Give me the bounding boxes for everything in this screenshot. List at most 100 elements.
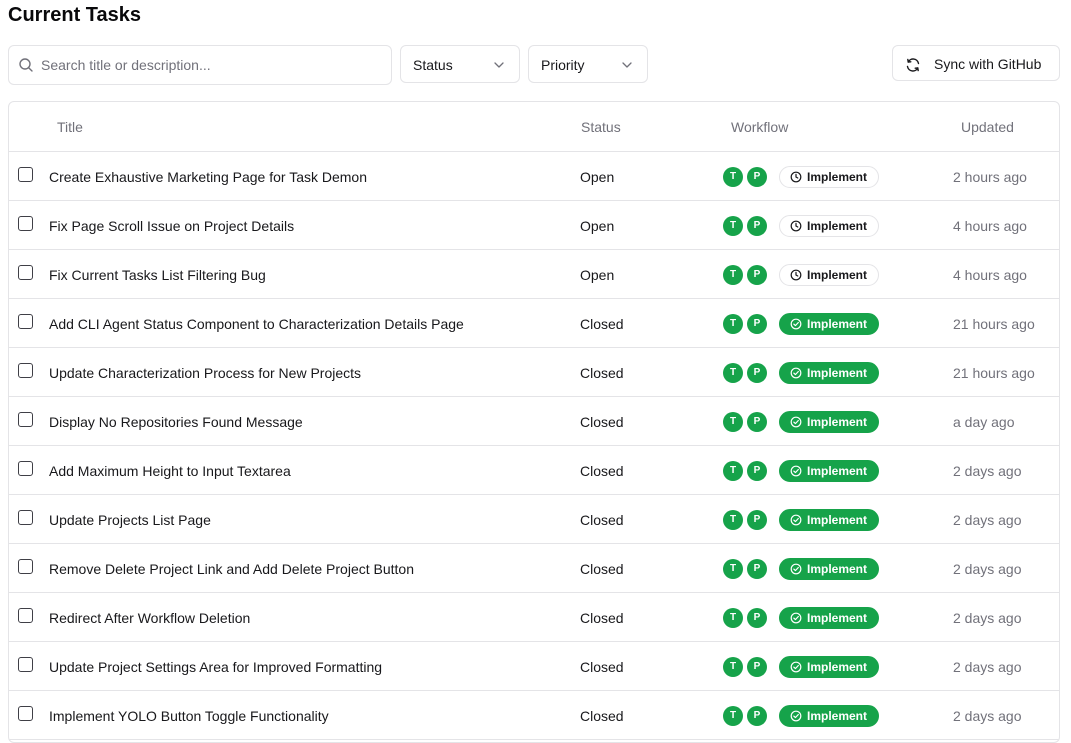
check-circle-icon	[790, 612, 802, 624]
search-input[interactable]	[41, 46, 381, 84]
row-checkbox[interactable]	[18, 657, 33, 672]
column-header-title[interactable]: Title	[57, 119, 83, 135]
table-row[interactable]: Update Projects List Page Closed T P Impleme…	[9, 495, 1059, 544]
table-body: Create Exhaustive Marketing Page for Tas…	[9, 152, 1059, 740]
workflow-badge[interactable]: Implement	[779, 460, 879, 482]
table-row[interactable]: Redirect After Workflow Deletion Closed T P…	[9, 593, 1059, 642]
clock-icon	[790, 171, 802, 183]
updated-time: a day ago	[953, 414, 1015, 430]
avatar: P	[747, 461, 767, 481]
column-header-workflow[interactable]: Workflow	[731, 119, 788, 135]
workflow-badge-label: Implement	[807, 415, 868, 429]
toolbar: Status Priority Sync with GitHub	[8, 45, 1060, 85]
workflow-badge[interactable]: Implement	[779, 656, 879, 678]
chevron-down-icon	[622, 62, 632, 68]
row-checkbox[interactable]	[18, 265, 33, 280]
task-title[interactable]: Display No Repositories Found Message	[49, 414, 303, 430]
workflow-badge[interactable]: Implement	[779, 558, 879, 580]
workflow-badge[interactable]: Implement	[779, 215, 879, 237]
avatar: T	[723, 412, 743, 432]
table-row[interactable]: Fix Current Tasks List Filtering Bug Open…	[9, 250, 1059, 299]
updated-time: 2 days ago	[953, 659, 1022, 675]
task-title[interactable]: Update Characterization Process for New …	[49, 365, 361, 381]
workflow-badge[interactable]: Implement	[779, 705, 879, 727]
workflow-badge[interactable]: Implement	[779, 166, 879, 188]
task-title[interactable]: Add Maximum Height to Input Textarea	[49, 463, 291, 479]
tasks-table: Title Status Workflow Updated Create Exh…	[8, 101, 1060, 743]
row-checkbox[interactable]	[18, 314, 33, 329]
table-row[interactable]: Fix Page Scroll Issue on Project Details…	[9, 201, 1059, 250]
search-box[interactable]	[8, 45, 392, 85]
task-status: Closed	[580, 659, 624, 675]
check-circle-icon	[790, 318, 802, 330]
priority-filter-label: Priority	[541, 57, 585, 73]
task-title[interactable]: Fix Page Scroll Issue on Project Details	[49, 218, 294, 234]
avatar: P	[747, 412, 767, 432]
row-checkbox[interactable]	[18, 167, 33, 182]
workflow-badge[interactable]: Implement	[779, 509, 879, 531]
refresh-icon	[906, 58, 920, 72]
task-title[interactable]: Remove Delete Project Link and Add Delet…	[49, 561, 414, 577]
task-status: Closed	[580, 414, 624, 430]
table-row[interactable]: Implement YOLO Button Toggle Functionali…	[9, 691, 1059, 740]
table-row[interactable]: Update Project Settings Area for Improve…	[9, 642, 1059, 691]
workflow-badge-label: Implement	[807, 366, 868, 380]
workflow-badge[interactable]: Implement	[779, 411, 879, 433]
row-checkbox[interactable]	[18, 412, 33, 427]
chevron-down-icon	[494, 62, 504, 68]
task-title[interactable]: Redirect After Workflow Deletion	[49, 610, 250, 626]
search-icon	[19, 58, 33, 72]
workflow-badge[interactable]: Implement	[779, 264, 879, 286]
workflow-badge[interactable]: Implement	[779, 607, 879, 629]
row-checkbox[interactable]	[18, 559, 33, 574]
column-header-status[interactable]: Status	[581, 119, 621, 135]
updated-time: 2 hours ago	[953, 169, 1027, 185]
avatar: P	[747, 706, 767, 726]
column-header-updated[interactable]: Updated	[961, 119, 1014, 135]
task-title[interactable]: Create Exhaustive Marketing Page for Tas…	[49, 169, 367, 185]
check-circle-icon	[790, 367, 802, 379]
table-row[interactable]: Add Maximum Height to Input Textarea Clos…	[9, 446, 1059, 495]
row-checkbox[interactable]	[18, 706, 33, 721]
workflow-badge[interactable]: Implement	[779, 313, 879, 335]
task-title[interactable]: Update Project Settings Area for Improve…	[49, 659, 382, 675]
avatar: T	[723, 216, 743, 236]
table-row[interactable]: Remove Delete Project Link and Add Delet…	[9, 544, 1059, 593]
table-row[interactable]: Update Characterization Process for New …	[9, 348, 1059, 397]
check-circle-icon	[790, 465, 802, 477]
avatar: T	[723, 461, 743, 481]
table-row[interactable]: Create Exhaustive Marketing Page for Tas…	[9, 152, 1059, 201]
priority-filter-select[interactable]: Priority	[528, 45, 648, 83]
status-filter-select[interactable]: Status	[400, 45, 520, 83]
task-title[interactable]: Update Projects List Page	[49, 512, 211, 528]
sync-github-button[interactable]: Sync with GitHub	[892, 45, 1060, 81]
avatar: P	[747, 167, 767, 187]
task-status: Closed	[580, 561, 624, 577]
updated-time: 2 days ago	[953, 708, 1022, 724]
row-checkbox[interactable]	[18, 216, 33, 231]
updated-time: 2 days ago	[953, 463, 1022, 479]
row-checkbox[interactable]	[18, 461, 33, 476]
avatar: T	[723, 706, 743, 726]
workflow-badge-label: Implement	[807, 317, 868, 331]
table-row[interactable]: Add CLI Agent Status Component to Charac…	[9, 299, 1059, 348]
task-status: Closed	[580, 512, 624, 528]
avatar: P	[747, 314, 767, 334]
task-status: Closed	[580, 610, 624, 626]
row-checkbox[interactable]	[18, 608, 33, 623]
task-title[interactable]: Fix Current Tasks List Filtering Bug	[49, 267, 266, 283]
updated-time: 21 hours ago	[953, 365, 1035, 381]
updated-time: 4 hours ago	[953, 218, 1027, 234]
table-row[interactable]: Display No Repositories Found Message Clo…	[9, 397, 1059, 446]
task-title[interactable]: Implement YOLO Button Toggle Functionali…	[49, 708, 329, 724]
task-title[interactable]: Add CLI Agent Status Component to Charac…	[49, 316, 464, 332]
row-checkbox[interactable]	[18, 363, 33, 378]
avatar: P	[747, 559, 767, 579]
row-checkbox[interactable]	[18, 510, 33, 525]
avatar: T	[723, 363, 743, 383]
avatar: P	[747, 608, 767, 628]
workflow-badge-label: Implement	[807, 464, 868, 478]
table-header: Title Status Workflow Updated	[9, 102, 1059, 152]
workflow-badge[interactable]: Implement	[779, 362, 879, 384]
status-filter-label: Status	[413, 57, 453, 73]
